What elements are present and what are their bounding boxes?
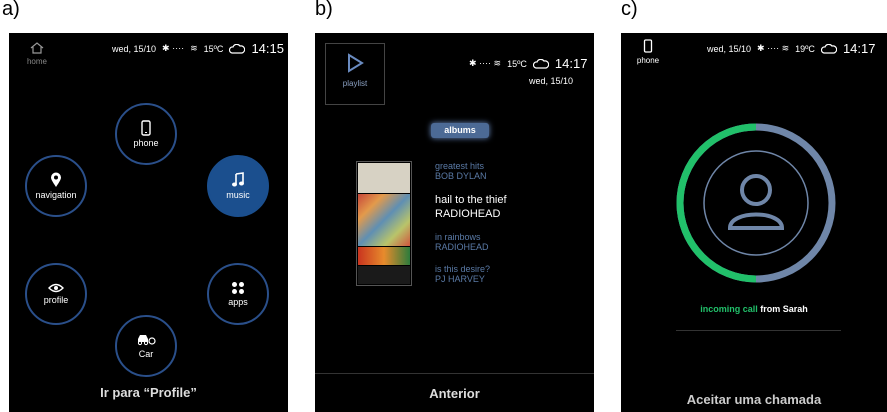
panel-label-c: c) xyxy=(621,0,638,20)
bluetooth-icon: ✱ ···· ≋ xyxy=(469,58,502,68)
home-screen: home wed, 15/10 ✱ ···· ≋ 15ºC 14:15 phon… xyxy=(9,33,288,412)
incoming-call-label: incoming call xyxy=(700,304,758,314)
phone-icon xyxy=(643,39,653,53)
status-time: 14:15 xyxy=(251,41,284,56)
status-temp: 15ºC xyxy=(203,43,224,54)
music-note-icon xyxy=(232,172,244,187)
status-temp: 19ºC xyxy=(795,43,815,54)
menu-apps-label: apps xyxy=(228,297,248,307)
cloud-icon xyxy=(820,43,837,54)
album-item[interactable]: is this desire? PJ HARVEY xyxy=(435,264,490,284)
home-icon xyxy=(30,42,44,54)
apps-grid-icon xyxy=(232,282,244,294)
menu-music-label: music xyxy=(226,190,250,200)
album-title: greatest hits xyxy=(435,161,485,171)
cloud-icon xyxy=(532,58,549,69)
albums-button[interactable]: albums xyxy=(431,123,489,138)
call-screen: phone wed, 15/10 ✱ ···· ≋ 19ºC 14:17 inc… xyxy=(621,33,887,412)
home-label: home xyxy=(26,57,47,66)
album-artist: RADIOHEAD xyxy=(435,208,501,220)
menu-car[interactable]: Car xyxy=(115,315,177,377)
menu-music[interactable]: music xyxy=(207,155,269,217)
home-button[interactable]: home xyxy=(23,41,51,66)
status-bar: wed, 15/10 ✱ ···· ≋ 19ºC 14:17 xyxy=(707,41,875,56)
menu-phone[interactable]: phone xyxy=(115,103,177,165)
divider xyxy=(676,330,841,331)
menu-car-label: Car xyxy=(138,349,154,359)
playlist-button[interactable]: playlist xyxy=(325,43,385,105)
wifi-icon: ≋ xyxy=(190,43,198,53)
music-screen: playlist ✱ ···· ≋ 15ºC 14:17 wed, 15/10 … xyxy=(315,33,594,412)
play-icon xyxy=(348,53,364,73)
menu-profile[interactable]: profile xyxy=(25,263,87,325)
album-cover-greatest-hits[interactable] xyxy=(358,163,410,193)
album-item[interactable]: greatest hits BOB DYLAN xyxy=(435,161,487,181)
voice-prompt: Anterior xyxy=(429,386,480,401)
album-artist: BOB DYLAN xyxy=(435,171,487,181)
menu-phone-label: phone xyxy=(133,138,159,148)
phone-label: phone xyxy=(636,56,660,65)
cloud-icon xyxy=(229,43,246,54)
album-item[interactable]: in rainbows RADIOHEAD xyxy=(435,232,489,252)
menu-navigation[interactable]: navigation xyxy=(25,155,87,217)
status-time: 14:17 xyxy=(554,56,588,71)
phone-icon xyxy=(141,120,151,136)
bottom-divider xyxy=(315,373,594,374)
caller-name: from Sarah xyxy=(760,304,808,314)
caller-avatar-icon xyxy=(727,174,785,230)
album-cover-in-rainbows[interactable] xyxy=(358,247,410,265)
status-date: wed, 15/10 xyxy=(707,43,752,54)
album-artist: PJ HARVEY xyxy=(435,274,485,284)
bluetooth-icon: ✱ ···· xyxy=(162,43,185,53)
bluetooth-icon: ✱ ···· ≋ xyxy=(757,43,790,53)
voice-prompt: Ir para “Profile” xyxy=(100,385,197,400)
status-time: 14:17 xyxy=(842,41,876,56)
car-icon xyxy=(137,335,156,346)
panel-label-b: b) xyxy=(315,0,333,20)
album-artist: RADIOHEAD xyxy=(435,242,489,252)
eye-icon xyxy=(48,283,64,293)
panel-label-a: a) xyxy=(2,0,20,20)
menu-navigation-label: navigation xyxy=(35,190,77,200)
status-date: wed, 15/10 xyxy=(529,76,574,86)
album-cover-stack xyxy=(356,161,412,286)
status-bar: ✱ ···· ≋ 15ºC 14:17 xyxy=(469,56,587,71)
phone-button[interactable]: phone xyxy=(633,39,663,65)
menu-profile-label: profile xyxy=(43,295,69,305)
album-cover-is-this-desire[interactable] xyxy=(358,266,410,284)
album-title: in rainbows xyxy=(435,232,481,242)
album-cover-hail-to-the-thief[interactable] xyxy=(358,194,410,246)
status-date: wed, 15/10 xyxy=(112,43,157,54)
voice-prompt: Aceitar uma chamada xyxy=(686,392,822,407)
menu-apps[interactable]: apps xyxy=(207,263,269,325)
album-item-selected[interactable]: hail to the thief RADIOHEAD xyxy=(435,194,507,220)
status-bar: wed, 15/10 ✱ ···· ≋ 15ºC 14:15 xyxy=(112,41,284,56)
status-temp: 15ºC xyxy=(507,58,527,69)
album-title: hail to the thief xyxy=(435,194,507,206)
playlist-label: playlist xyxy=(342,79,368,88)
album-title: is this desire? xyxy=(435,264,491,274)
location-pin-icon xyxy=(51,172,61,187)
incoming-call-text: incoming call from Sarah xyxy=(621,304,887,314)
